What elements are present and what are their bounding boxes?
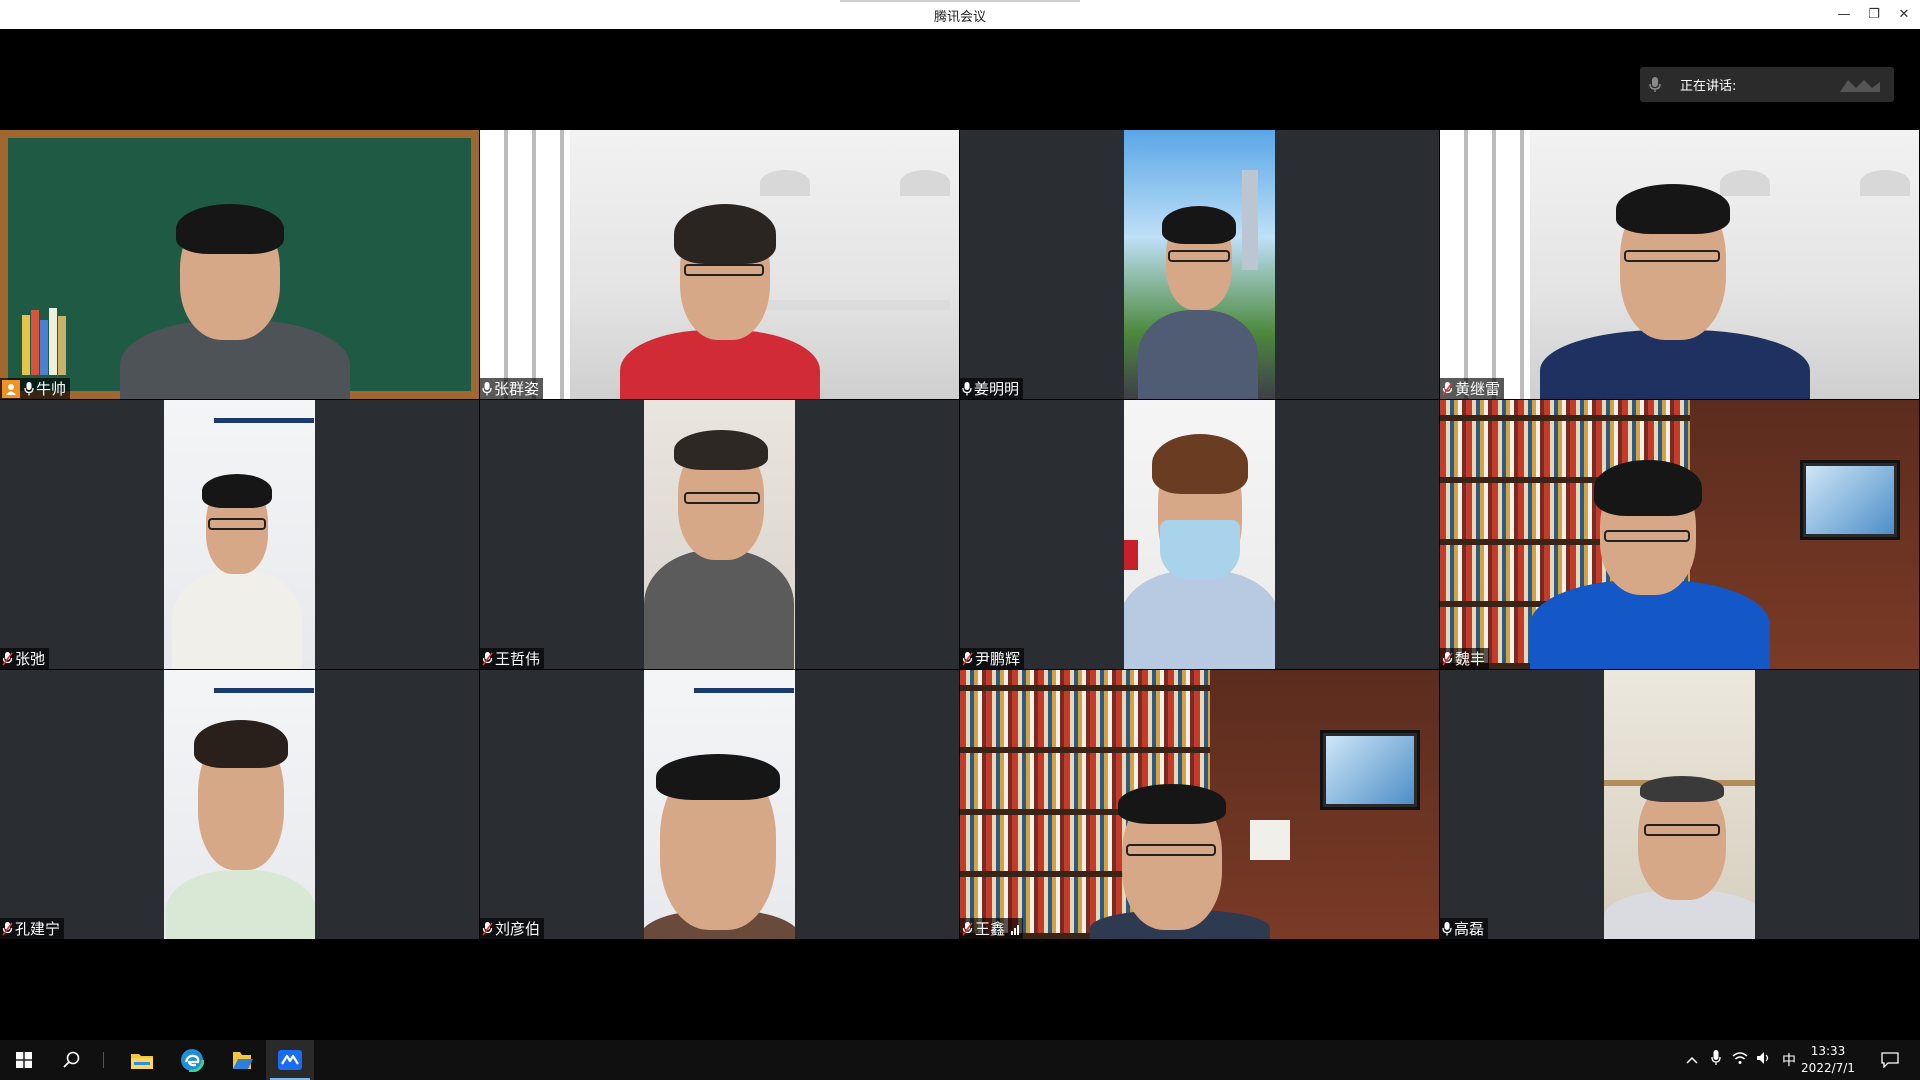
restore-button[interactable]: ❐ xyxy=(1860,0,1888,29)
participant-nametag: 尹鹏辉 xyxy=(960,648,1025,669)
participant-nametag: 张弛 xyxy=(0,648,50,669)
tencent-meeting-icon[interactable] xyxy=(266,1040,314,1080)
participant-nametag: 张群姿 xyxy=(480,378,544,399)
title-bar: 腾讯会议 — ❐ ✕ xyxy=(0,0,1920,29)
video-tile[interactable]: 孔建宁 xyxy=(0,670,479,939)
microphone-muted-icon xyxy=(482,921,493,935)
system-tray: 中 xyxy=(1680,1040,1802,1080)
participant-nametag: 高磊 xyxy=(1440,918,1489,939)
video-tile[interactable]: 姜明明 xyxy=(960,130,1439,399)
file-explorer-icon[interactable] xyxy=(118,1040,166,1080)
window-title: 腾讯会议 xyxy=(933,10,986,25)
microphone-icon xyxy=(1640,67,1670,102)
participant-nametag: 孔建宁 xyxy=(0,918,65,939)
file-manager-icon[interactable] xyxy=(218,1040,266,1080)
windows-start-icon[interactable] xyxy=(0,1040,48,1080)
close-button[interactable]: ✕ xyxy=(1890,0,1918,29)
microphone-icon xyxy=(24,381,34,395)
taskbar-separator xyxy=(103,1052,104,1068)
video-tile[interactable]: 王哲伟 xyxy=(480,400,959,669)
microphone-muted-icon xyxy=(1442,651,1453,665)
participant-nametag: 黄继雷 xyxy=(1440,378,1505,399)
participant-nametag: 魏丰 xyxy=(1440,648,1490,669)
microphone-icon xyxy=(1442,921,1452,935)
participant-name: 姜明明 xyxy=(974,380,1020,398)
video-tile[interactable]: 高磊 xyxy=(1440,670,1919,939)
microphone-muted-icon xyxy=(2,651,13,665)
microphone-muted-icon xyxy=(482,651,493,665)
microphone-muted-icon xyxy=(962,651,973,665)
search-icon[interactable] xyxy=(48,1040,96,1080)
participant-name: 王鑫 xyxy=(975,920,1006,938)
participant-name: 魏丰 xyxy=(1455,650,1486,668)
speaking-label: 正在讲话: xyxy=(1680,79,1737,94)
participant-name: 王哲伟 xyxy=(495,650,541,668)
participant-nametag: 牛帅 xyxy=(0,378,71,399)
speaking-avatar-icon xyxy=(1840,80,1880,92)
minimize-button[interactable]: — xyxy=(1830,0,1858,29)
chevron-up-icon[interactable] xyxy=(1680,1053,1704,1068)
microphone-icon[interactable] xyxy=(1704,1050,1728,1070)
taskbar: 中 13:33 2022/7/1 xyxy=(0,1040,1920,1080)
microphone-icon xyxy=(962,381,972,395)
video-tile[interactable]: 尹鹏辉 xyxy=(960,400,1439,669)
microphone-muted-icon xyxy=(962,921,973,935)
host-icon xyxy=(2,379,20,398)
volume-icon[interactable] xyxy=(1752,1051,1776,1069)
participant-name: 孔建宁 xyxy=(15,920,61,938)
participant-nametag: 王鑫 xyxy=(960,918,1024,939)
participant-name: 刘彦伯 xyxy=(495,920,541,938)
participant-nametag: 王哲伟 xyxy=(480,648,545,669)
participant-name: 牛帅 xyxy=(36,380,67,398)
microphone-icon xyxy=(482,381,492,395)
video-tile[interactable]: 牛帅 xyxy=(0,130,479,399)
clock-date: 2022/7/1 xyxy=(1801,1061,1855,1075)
speaking-indicator[interactable]: 正在讲话: xyxy=(1640,67,1894,102)
video-tile[interactable]: 黄继雷 xyxy=(1440,130,1919,399)
system-clock[interactable]: 13:33 2022/7/1 xyxy=(1788,1043,1868,1077)
notification-icon[interactable] xyxy=(1866,1040,1914,1080)
participant-name: 高磊 xyxy=(1454,920,1485,938)
edge-browser-icon[interactable] xyxy=(168,1040,216,1080)
participant-name: 尹鹏辉 xyxy=(975,650,1021,668)
video-tile[interactable]: 张弛 xyxy=(0,400,479,669)
participant-name: 张弛 xyxy=(15,650,46,668)
microphone-muted-icon xyxy=(2,921,13,935)
video-grid: 牛帅 张群姿 姜明明 黄继雷 张弛 王哲伟 尹鹏辉 魏丰 孔建宁 刘彦伯 王鑫 … xyxy=(0,130,1920,939)
participant-nametag: 姜明明 xyxy=(960,378,1024,399)
volume-level-icon xyxy=(1011,923,1020,935)
participant-name: 黄继雷 xyxy=(1455,380,1501,398)
participant-nametag: 刘彦伯 xyxy=(480,918,545,939)
participant-name: 张群姿 xyxy=(494,380,540,398)
video-tile[interactable]: 魏丰 xyxy=(1440,400,1919,669)
clock-time: 13:33 xyxy=(1810,1044,1846,1058)
wifi-icon[interactable] xyxy=(1728,1051,1752,1069)
drag-strip[interactable] xyxy=(840,0,1080,2)
video-tile[interactable]: 王鑫 xyxy=(960,670,1439,939)
microphone-muted-icon xyxy=(1442,381,1453,395)
video-tile[interactable]: 张群姿 xyxy=(480,130,959,399)
video-tile[interactable]: 刘彦伯 xyxy=(480,670,959,939)
